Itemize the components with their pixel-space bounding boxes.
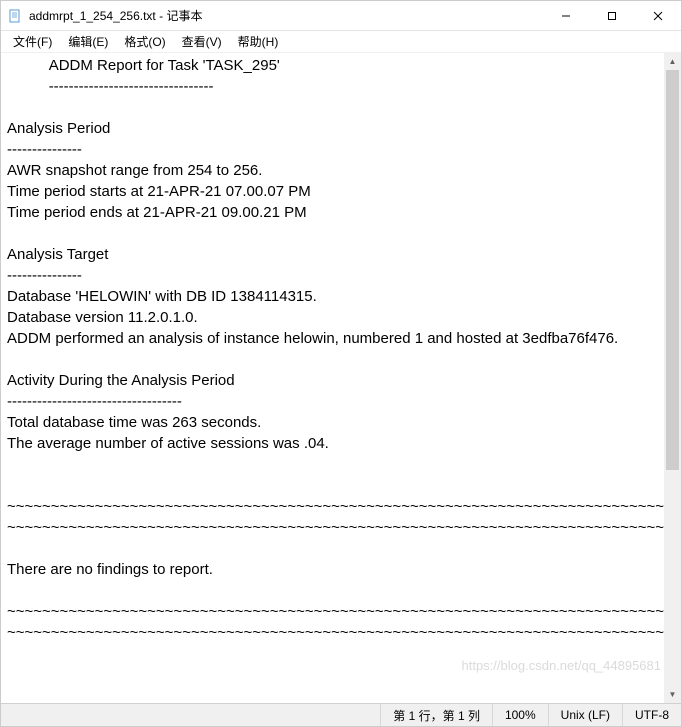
text-content[interactable]: ADDM Report for Task 'TASK_295' --------…	[1, 53, 664, 703]
scroll-track[interactable]	[664, 70, 681, 686]
menu-format[interactable]: 格式(O)	[116, 31, 173, 52]
document-icon	[7, 8, 23, 24]
menu-help[interactable]: 帮助(H)	[230, 31, 287, 52]
menu-view[interactable]: 查看(V)	[174, 31, 230, 52]
scroll-down-button[interactable]: ▼	[664, 686, 681, 703]
status-encoding: UTF-8	[623, 704, 681, 726]
statusbar: 第 1 行，第 1 列 100% Unix (LF) UTF-8	[1, 703, 681, 726]
status-zoom: 100%	[493, 704, 549, 726]
vertical-scrollbar[interactable]: ▲ ▼	[664, 53, 681, 703]
menu-file[interactable]: 文件(F)	[5, 31, 60, 52]
menu-edit[interactable]: 编辑(E)	[60, 31, 116, 52]
window-titlebar: addmrpt_1_254_256.txt - 记事本	[1, 1, 681, 31]
window-controls	[543, 1, 681, 30]
close-button[interactable]	[635, 1, 681, 30]
status-spacer	[1, 704, 381, 726]
editor-area: ADDM Report for Task 'TASK_295' --------…	[1, 53, 681, 703]
status-position: 第 1 行，第 1 列	[381, 704, 493, 726]
window-title: addmrpt_1_254_256.txt - 记事本	[29, 7, 543, 24]
scroll-thumb[interactable]	[666, 70, 679, 470]
minimize-button[interactable]	[543, 1, 589, 30]
maximize-button[interactable]	[589, 1, 635, 30]
menubar: 文件(F) 编辑(E) 格式(O) 查看(V) 帮助(H)	[1, 31, 681, 53]
scroll-up-button[interactable]: ▲	[664, 53, 681, 70]
status-line-ending: Unix (LF)	[549, 704, 623, 726]
